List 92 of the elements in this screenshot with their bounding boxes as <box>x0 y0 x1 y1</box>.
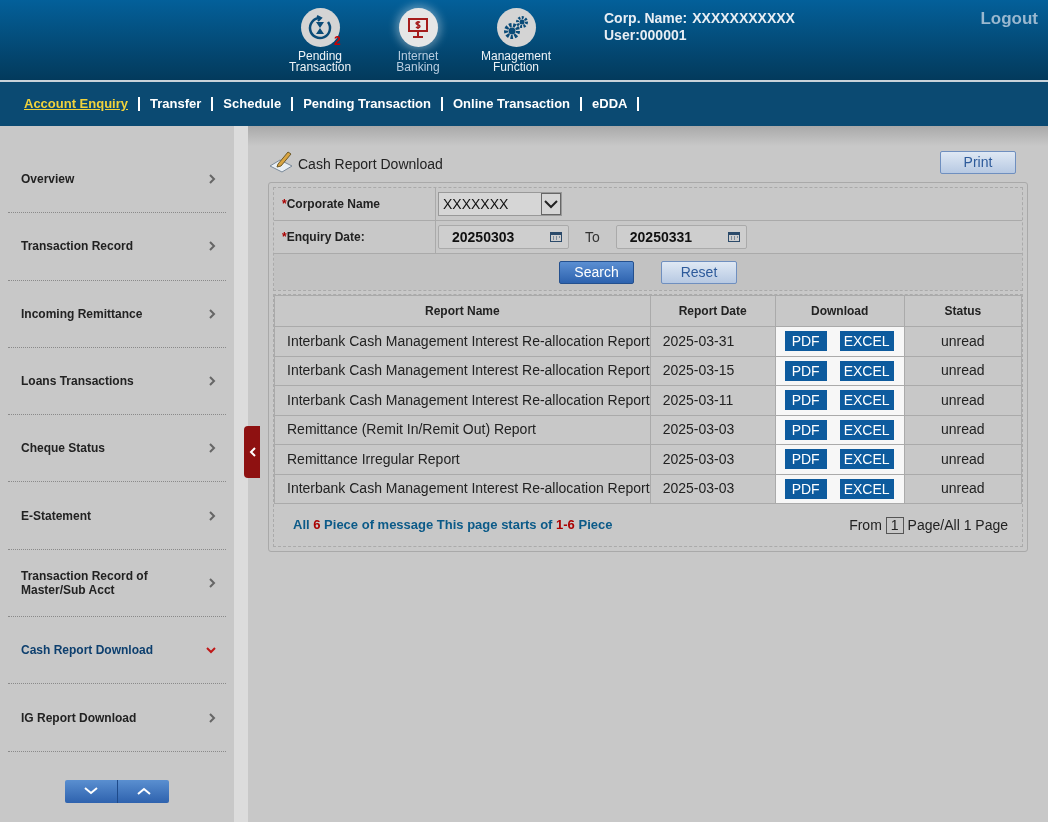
nav-tab[interactable]: Transfer <box>140 94 212 114</box>
table-cell: Interbank Cash Management Interest Re-allocation Report <box>274 474 651 504</box>
download-button[interactable]: PDF <box>784 331 827 352</box>
sidebar-item[interactable]: Loans Transactions <box>8 347 227 416</box>
pager-label: Page/All 1 Page <box>907 515 1008 535</box>
chevron-right-icon <box>209 577 217 588</box>
calendar-icon <box>550 232 562 242</box>
chevron-left-icon <box>248 447 256 457</box>
gears-icon <box>502 14 530 41</box>
sidebar-item[interactable]: E-Statement <box>8 482 227 550</box>
sidebar-item[interactable]: Cash Report Download <box>8 617 227 685</box>
corporate-name-select[interactable]: XXXXXXX <box>438 192 562 216</box>
field-label: *Enquiry Date: <box>282 229 365 246</box>
chevron-right-icon <box>209 510 217 521</box>
download-button[interactable]: EXCEL <box>839 419 894 440</box>
nav-tab[interactable]: eDDA <box>582 94 638 114</box>
nav-tab[interactable]: Account Enquiry <box>14 94 138 114</box>
nav-tab[interactable]: Pending Transaction <box>293 94 441 114</box>
table-cell: 2025-03-31 <box>650 326 776 356</box>
nav-tab[interactable]: Schedule <box>213 94 292 114</box>
download-button[interactable]: EXCEL <box>839 390 894 411</box>
chevron-right-icon <box>209 241 217 252</box>
chevron-right-icon <box>209 308 217 319</box>
logout-link[interactable]: Logout <box>980 6 1038 32</box>
sidebar-item[interactable]: Cheque Status <box>8 415 227 483</box>
field-label: *Corporate Name <box>282 196 381 213</box>
table-cell: 2025-03-03 <box>650 415 776 445</box>
reset-button[interactable]: Reset <box>661 260 737 284</box>
pencil-paper-icon <box>268 150 294 174</box>
start-date-field[interactable]: 20250303 <box>438 225 569 249</box>
search-button[interactable]: Search <box>559 260 634 284</box>
download-button[interactable]: EXCEL <box>839 360 894 381</box>
nav-tab[interactable]: Online Transaction <box>443 94 580 114</box>
collapse-sidebar-button[interactable] <box>244 426 261 478</box>
monitor-dollar-icon <box>406 15 430 40</box>
table-cell: Interbank Cash Management Interest Re-allocation Report <box>274 356 651 386</box>
corp-name-value: XXXXXXXXXXX <box>692 10 795 27</box>
calendar-icon <box>727 232 740 242</box>
chevron-right-icon <box>209 443 217 454</box>
column-header: Report Name <box>274 295 651 327</box>
sidebar-item[interactable]: Incoming Remittance <box>8 280 227 348</box>
table-cell: unread <box>904 444 1022 474</box>
user-id: User:000001 <box>604 27 688 44</box>
column-header: Report Date <box>650 295 776 327</box>
download-button[interactable]: PDF <box>784 478 827 499</box>
table-cell: unread <box>904 326 1022 356</box>
download-button[interactable]: EXCEL <box>839 331 894 352</box>
chevron-right-icon <box>209 376 217 387</box>
hourglass-refresh-icon <box>307 14 333 41</box>
shortcut-button[interactable]: Internet Banking <box>378 8 458 73</box>
download-button[interactable]: PDF <box>784 449 827 470</box>
table-cell: Interbank Cash Management Interest Re-allocation Report <box>274 385 651 415</box>
result-summary: All 6 Piece of message This page starts of 1-6 Piece <box>293 516 613 535</box>
table-cell: Remittance Irregular Report <box>274 444 651 474</box>
chevron-down-icon <box>206 646 217 654</box>
column-header: Download <box>775 295 905 327</box>
end-date-field[interactable]: 20250331 <box>615 225 747 249</box>
column-header: Status <box>904 295 1022 327</box>
table-cell: 2025-03-03 <box>650 474 776 504</box>
table-cell: unread <box>904 474 1022 504</box>
page-title: Cash Report Download <box>298 155 443 174</box>
scroll-down-button[interactable] <box>65 779 119 803</box>
chevron-right-icon <box>209 174 217 185</box>
table-cell: Remittance (Remit In/Remit Out) Report <box>274 415 651 445</box>
shortcut-button[interactable]: 2 Pending Transaction <box>280 8 360 73</box>
corp-name-label: Corp. Name: <box>604 10 688 27</box>
chevron-right-icon <box>209 712 217 723</box>
sidebar-item[interactable]: Transaction Record <box>8 213 227 281</box>
chevron-up-icon <box>136 787 151 796</box>
table-cell: unread <box>904 385 1022 415</box>
table-cell: unread <box>904 415 1022 445</box>
pending-count: 2 <box>334 33 341 50</box>
download-button[interactable]: PDF <box>784 419 827 440</box>
to-label: To <box>585 227 600 247</box>
download-button[interactable]: PDF <box>784 360 827 381</box>
table-cell: Interbank Cash Management Interest Re-allocation Report <box>274 326 651 356</box>
table-cell: 2025-03-11 <box>650 385 776 415</box>
print-button[interactable]: Print <box>940 151 1016 174</box>
table-cell: 2025-03-15 <box>650 356 776 386</box>
sidebar-item[interactable]: IG Report Download <box>8 684 227 752</box>
table-cell: 2025-03-03 <box>650 444 776 474</box>
table-cell: unread <box>904 356 1022 386</box>
download-button[interactable]: PDF <box>784 390 827 411</box>
chevron-down-icon <box>84 787 99 796</box>
pager-label: From <box>849 515 882 535</box>
download-button[interactable]: EXCEL <box>839 478 894 499</box>
scroll-up-button[interactable] <box>118 779 170 803</box>
shortcut-button[interactable]: Management Function <box>476 8 556 73</box>
page-number: 1 <box>885 516 904 534</box>
sidebar-item[interactable]: Transaction Record of Master/Sub Acct <box>8 549 227 618</box>
sidebar-item[interactable]: Overview <box>8 146 227 214</box>
download-button[interactable]: EXCEL <box>839 449 894 470</box>
